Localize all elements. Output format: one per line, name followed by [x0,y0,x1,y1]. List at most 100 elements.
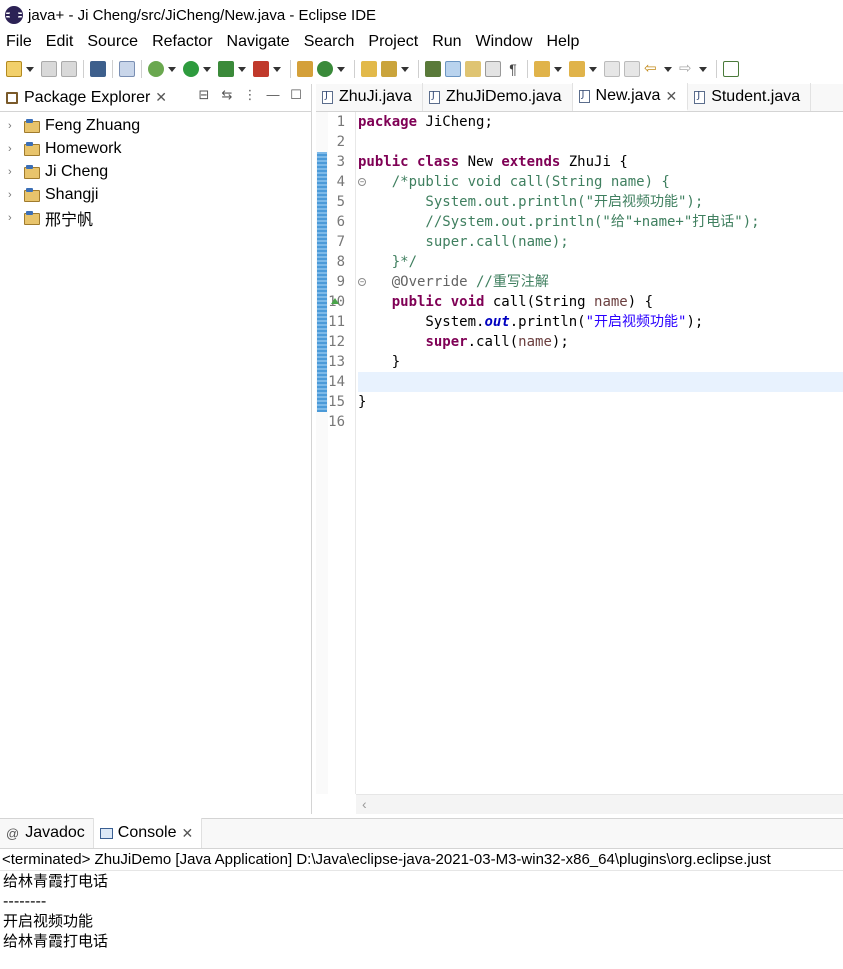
skip-breakpoints-icon[interactable] [119,61,135,77]
forward-edit-icon[interactable] [624,61,640,77]
open-perspective-icon[interactable] [723,61,739,77]
new-java-class-dropdown-icon[interactable] [337,66,345,72]
menu-file[interactable]: File [6,33,32,51]
menu-help[interactable]: Help [546,33,579,51]
menu-project[interactable]: Project [368,33,418,51]
java-project-icon [24,165,40,179]
save-all-icon[interactable] [61,61,77,77]
code-token: System. [358,314,485,330]
menu-refactor[interactable]: Refactor [152,33,212,51]
package-explorer-tab-label[interactable]: Package Explorer [24,89,150,107]
link-with-editor-icon[interactable]: ⇆ [220,88,234,102]
line-number: 2 [336,134,345,150]
run-icon[interactable] [183,61,199,77]
tree-item-ji-cheng[interactable]: › Ji Cheng [0,160,311,183]
back-dropdown-icon[interactable] [664,66,672,72]
change-indicator [317,152,327,412]
external-tools-icon[interactable] [253,61,269,77]
tab-zhujidemo-java[interactable]: ZhuJiDemo.java [423,83,573,111]
annotation-icon[interactable] [425,61,441,77]
console-tab-label: Console [117,824,177,841]
tree-item-shangji[interactable]: › Shangji [0,183,311,206]
tab-student-java[interactable]: Student.java [688,83,812,111]
code-token: out [484,314,510,330]
horizontal-scrollbar[interactable]: ‹ [356,794,843,814]
new-icon[interactable] [6,61,22,77]
highlight-icon[interactable] [445,61,461,77]
external-tools-dropdown-icon[interactable] [273,66,281,72]
menu-search[interactable]: Search [304,33,355,51]
view-menu-icon[interactable]: ⋮ [243,88,257,102]
forward-icon[interactable]: ⇨ [679,61,695,77]
toolbar-separator [290,60,291,78]
menu-navigate[interactable]: Navigate [227,33,290,51]
toolbar-separator [141,60,142,78]
mark-occurrences-icon[interactable] [465,61,481,77]
terminal-icon[interactable] [90,61,106,77]
collapse-all-icon[interactable]: ⊟ [197,88,211,102]
bottom-tabbar: @ Javadoc Console ✕ [0,818,843,849]
next-annotation-icon[interactable] [534,61,550,77]
next-annotation-dropdown-icon[interactable] [554,66,562,72]
line-number: 4 [336,174,345,190]
search-icon[interactable] [381,61,397,77]
package-explorer-panel: Package Explorer ✕ ⊟ ⇆ ⋮ — ☐ › Feng Zhua… [0,84,312,814]
menu-source[interactable]: Source [87,33,138,51]
minimize-icon[interactable]: — [266,88,280,102]
close-icon[interactable]: ✕ [155,89,167,106]
expand-arrow-icon[interactable]: › [8,120,20,132]
expand-arrow-icon[interactable]: › [8,143,20,155]
debug-dropdown-icon[interactable] [168,66,176,72]
editor-tab-label: ZhuJiDemo.java [445,88,562,105]
last-edit-icon[interactable] [604,61,620,77]
code-lines[interactable]: package JiCheng; public class New extend… [358,112,843,794]
tree-item-feng-zhuang[interactable]: › Feng Zhuang [0,114,311,137]
previous-annotation-icon[interactable] [569,61,585,77]
close-tab-icon[interactable]: ✕ [665,88,677,105]
scroll-left-icon[interactable]: ‹ [362,796,367,812]
code-editor[interactable]: 1 2 3 4 5 6 7 8 9 10 11 12 13 14 15 16 −… [316,112,843,794]
tree-item-homework[interactable]: › Homework [0,137,311,160]
run-dropdown-icon[interactable] [203,66,211,72]
coverage-icon[interactable] [218,61,234,77]
maximize-icon[interactable]: ☐ [289,88,303,102]
open-type-icon[interactable] [361,61,377,77]
expand-arrow-icon[interactable]: › [8,166,20,178]
console-output[interactable]: 给林青霞打电话 -------- 开启视频功能 给林青霞打电话 [0,871,843,951]
new-java-package-icon[interactable] [297,61,313,77]
debug-icon[interactable] [148,61,164,77]
close-icon[interactable]: ✕ [182,825,194,842]
coverage-dropdown-icon[interactable] [238,66,246,72]
editor-tab-label: Student.java [711,88,801,105]
code-line-14 [358,372,843,392]
editor-panel: ZhuJi.java ZhuJiDemo.java New.java ✕ Stu… [316,83,843,814]
tab-new-java[interactable]: New.java ✕ [572,83,689,111]
tab-javadoc[interactable]: @ Javadoc [0,818,93,848]
toolbar-separator [418,60,419,78]
new-dropdown-icon[interactable] [26,66,34,72]
project-tree: › Feng Zhuang › Homework › Ji Cheng › Sh… [0,112,311,229]
tab-console[interactable]: Console ✕ [92,818,203,848]
eclipse-logo-icon [5,6,23,24]
save-icon[interactable] [41,61,57,77]
tree-item-xing-ning-fan[interactable]: › 邢宁帆 [0,206,311,229]
search-dropdown-icon[interactable] [401,66,409,72]
expand-arrow-icon[interactable]: › [8,212,20,224]
previous-annotation-dropdown-icon[interactable] [589,66,597,72]
menu-window[interactable]: Window [476,33,533,51]
menu-run[interactable]: Run [432,33,461,51]
line-number: 14 [328,374,345,390]
line-number: 1 [336,114,345,130]
new-java-class-icon[interactable] [317,61,333,77]
expand-arrow-icon[interactable]: › [8,189,20,201]
code-line-1: package JiCheng; [358,112,843,132]
block-selection-icon[interactable] [485,61,501,77]
override-indicator-icon [331,298,339,304]
code-line-9: @Override //重写注解 [358,272,843,292]
back-icon[interactable]: ⇦ [644,61,660,77]
forward-dropdown-icon[interactable] [699,66,707,72]
tab-zhuji-java[interactable]: ZhuJi.java [316,83,423,111]
menu-edit[interactable]: Edit [46,33,74,51]
line-number: 7 [336,234,345,250]
show-whitespace-icon[interactable]: ¶ [505,61,521,77]
